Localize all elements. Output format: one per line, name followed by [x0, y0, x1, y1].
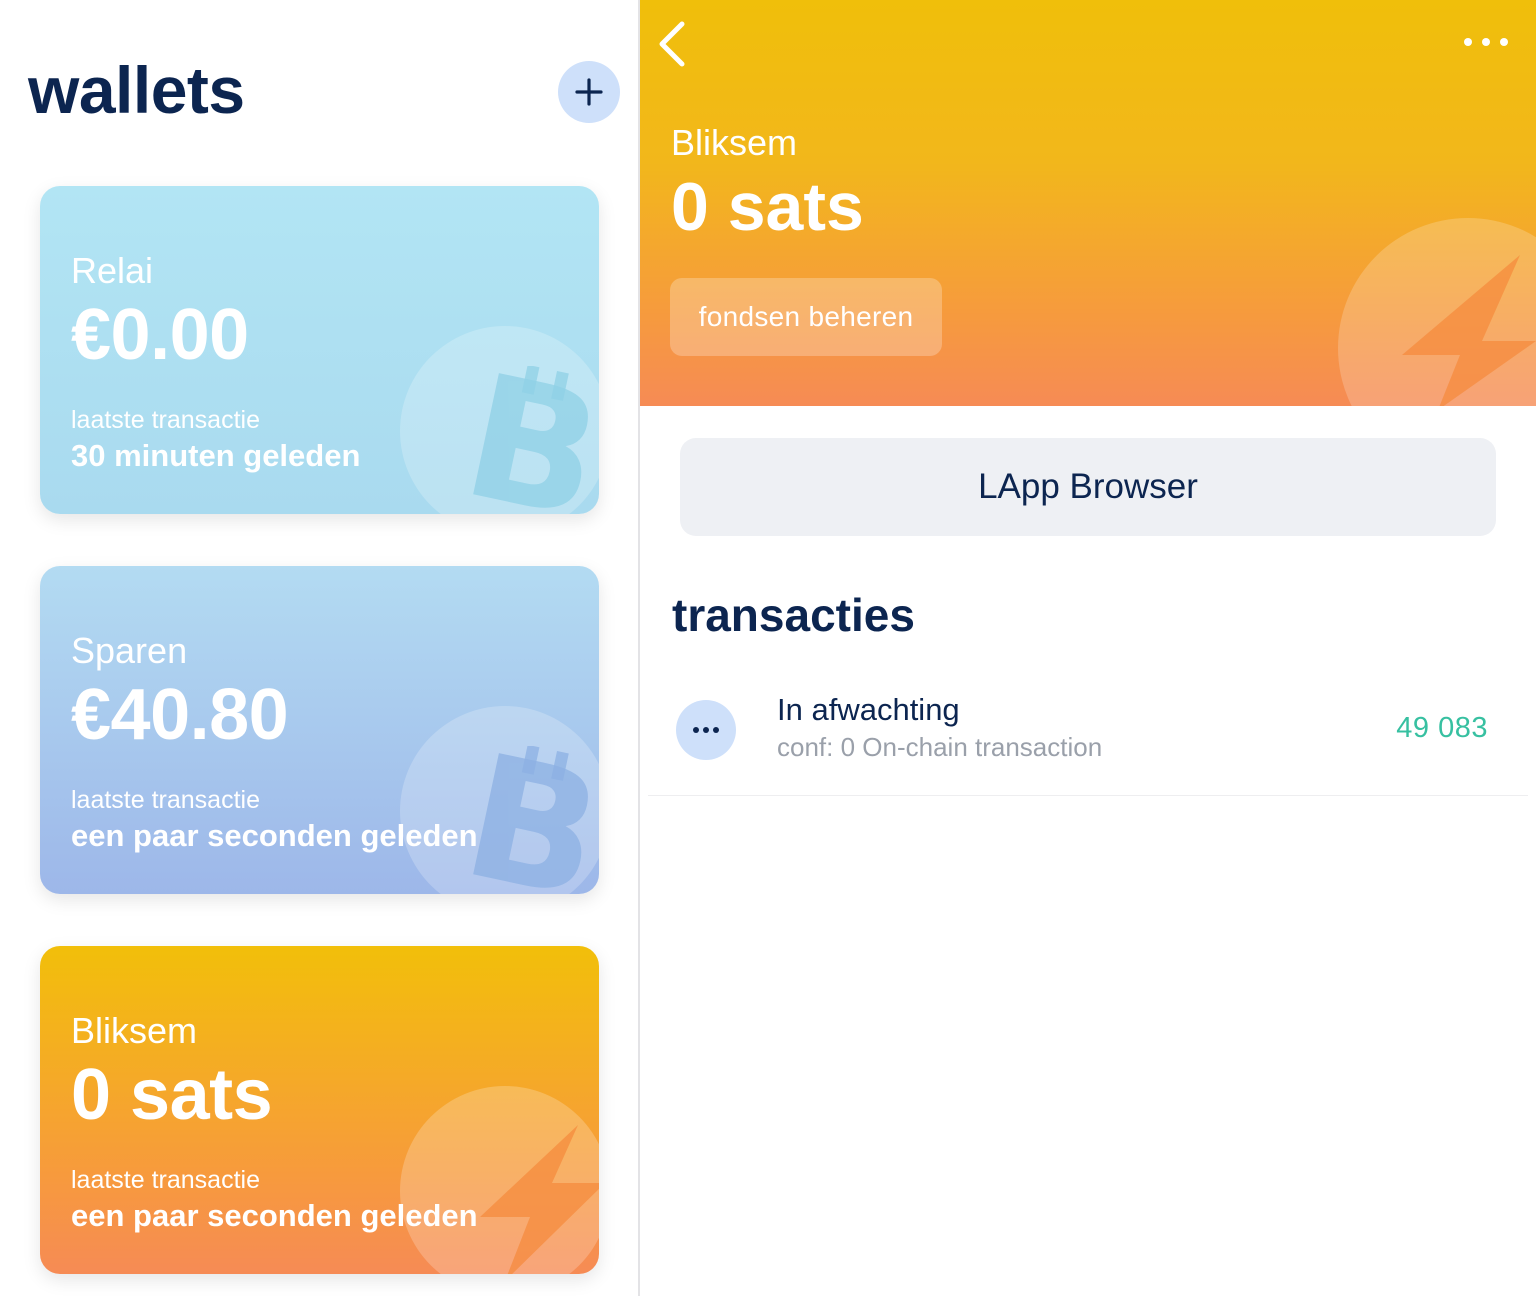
plus-icon [575, 78, 603, 106]
page-title: wallets [28, 53, 245, 127]
wallet-card-sparen[interactable]: B Sparen €40.80 laatste transactie een p… [40, 566, 599, 894]
lightning-icon [1402, 255, 1536, 406]
last-transaction-label: laatste transactie [71, 406, 260, 434]
wallet-name: Bliksem [671, 122, 798, 163]
wallet-name: Sparen [71, 630, 188, 671]
more-options-button[interactable] [1458, 26, 1514, 58]
back-button[interactable] [654, 20, 694, 68]
transactions-heading: transacties [672, 589, 915, 641]
chevron-left-icon [659, 21, 685, 67]
transaction-amount: 49 083 [1396, 712, 1488, 744]
add-wallet-button[interactable] [558, 61, 620, 123]
transaction-title: In afwachting [777, 692, 960, 727]
last-transaction-time: een paar seconden geleden [71, 1198, 478, 1233]
manage-funds-button[interactable]: fondsen beheren [670, 278, 942, 356]
wallet-detail-pane: Bliksem 0 sats fondsen beheren LApp Brow… [640, 0, 1536, 1296]
wallet-balance[interactable]: 0 sats [671, 168, 864, 246]
last-transaction-label: laatste transactie [71, 1166, 260, 1194]
wallet-header: Bliksem 0 sats fondsen beheren [640, 0, 1536, 406]
wallet-card-bliksem[interactable]: Bliksem 0 sats laatste transactie een pa… [40, 946, 599, 1274]
wallet-card-relai[interactable]: B Relai €0.00 laatste transactie 30 minu… [40, 186, 599, 514]
more-dots-icon [1464, 38, 1508, 46]
bitcoin-icon: B [460, 366, 599, 514]
pending-dots-icon [676, 700, 736, 760]
wallet-balance: €40.80 [71, 675, 289, 755]
lapp-browser-button[interactable]: LApp Browser [680, 438, 1496, 536]
wallet-balance: €0.00 [71, 295, 249, 375]
last-transaction-time: een paar seconden geleden [71, 818, 478, 853]
wallets-list-pane: wallets B Relai €0.00 laatste transactie… [0, 0, 638, 1296]
wallet-name: Relai [71, 250, 154, 291]
lightning-icon [480, 1125, 599, 1274]
last-transaction-label: laatste transactie [71, 786, 260, 814]
transaction-row[interactable]: In afwachting conf: 0 On-chain transacti… [648, 676, 1528, 796]
wallet-name: Bliksem [71, 1010, 198, 1051]
last-transaction-time: 30 minuten geleden [71, 438, 361, 473]
bitcoin-icon: B [460, 746, 599, 894]
wallet-balance: 0 sats [71, 1055, 273, 1135]
transaction-subtitle: conf: 0 On-chain transaction [777, 732, 1103, 762]
